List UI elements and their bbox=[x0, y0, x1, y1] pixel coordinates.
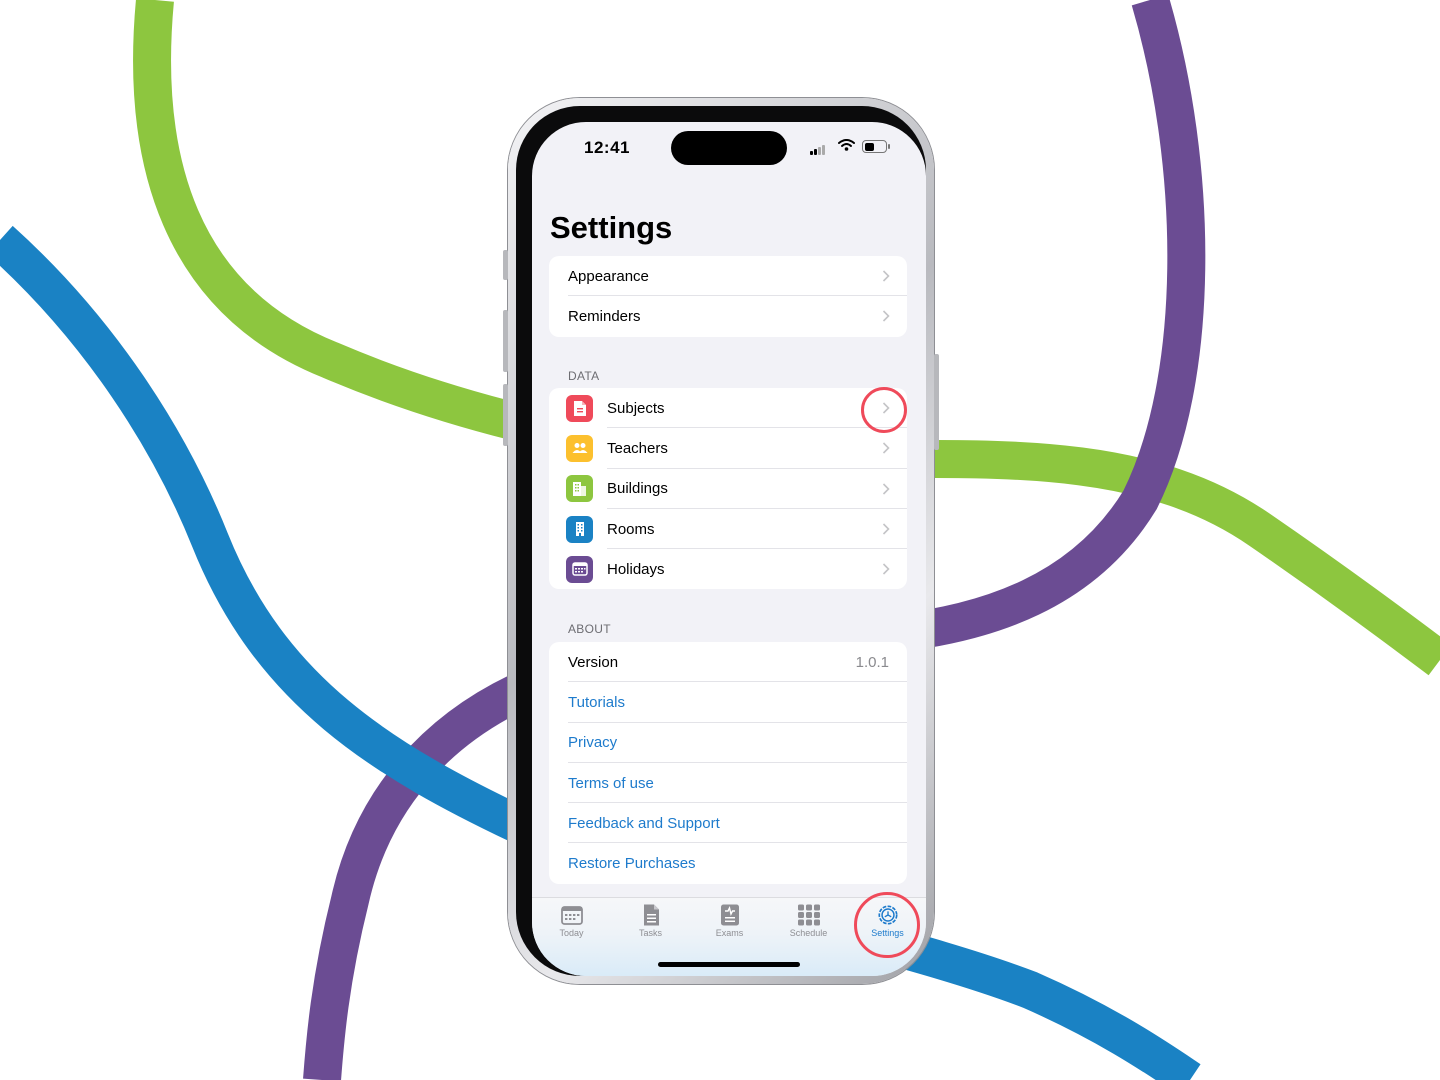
tab-schedule[interactable]: Schedule bbox=[769, 904, 848, 938]
tutorials-label: Tutorials bbox=[568, 693, 625, 711]
calendar-icon bbox=[566, 555, 593, 583]
tab-today[interactable]: Today bbox=[532, 904, 611, 938]
general-settings-group: Appearance Reminders bbox=[549, 256, 907, 337]
home-indicator bbox=[658, 962, 800, 967]
app-screen: 12:41 Settings Appearance Reminders DATA… bbox=[532, 122, 926, 976]
subjects-label: Subjects bbox=[607, 399, 665, 417]
version-row: Version 1.0.1 bbox=[549, 642, 907, 683]
about-section-header: ABOUT bbox=[568, 622, 611, 636]
tab-tasks-label: Tasks bbox=[638, 928, 662, 938]
chevron-right-icon bbox=[882, 442, 890, 454]
tab-tasks[interactable]: Tasks bbox=[611, 904, 690, 938]
privacy-label: Privacy bbox=[568, 734, 618, 752]
about-group: Version 1.0.1 Tutorials Privacy Terms of… bbox=[549, 642, 907, 884]
feedback-support-link[interactable]: Feedback and Support bbox=[549, 803, 907, 844]
teachers-row[interactable]: Teachers bbox=[549, 428, 907, 469]
version-value: 1.0.1 bbox=[855, 653, 889, 671]
chevron-right-icon bbox=[882, 270, 890, 282]
holidays-row[interactable]: Holidays bbox=[549, 549, 907, 589]
volume-down-button bbox=[503, 384, 508, 446]
teachers-label: Teachers bbox=[607, 439, 668, 457]
subjects-row[interactable]: Subjects bbox=[549, 388, 907, 429]
grid-icon bbox=[797, 904, 820, 926]
tab-today-label: Today bbox=[559, 928, 584, 938]
buildings-row[interactable]: Buildings bbox=[549, 469, 907, 509]
dynamic-island bbox=[671, 131, 787, 165]
building-icon bbox=[566, 475, 593, 503]
door-icon bbox=[566, 515, 593, 543]
tutorials-link[interactable]: Tutorials bbox=[549, 682, 907, 723]
privacy-link[interactable]: Privacy bbox=[549, 723, 907, 763]
terms-label: Terms of use bbox=[568, 774, 654, 792]
reminders-label: Reminders bbox=[568, 307, 641, 325]
data-settings-group: Subjects Teachers Buildings Rooms Holida… bbox=[549, 388, 907, 590]
tab-exams[interactable]: Exams bbox=[690, 904, 769, 938]
volume-up-button bbox=[503, 310, 508, 372]
wifi-icon bbox=[838, 139, 855, 151]
subjects-chevron-highlight bbox=[861, 387, 907, 433]
chevron-right-icon bbox=[882, 523, 890, 535]
tab-schedule-label: Schedule bbox=[789, 928, 828, 938]
reminders-row[interactable]: Reminders bbox=[549, 296, 907, 336]
feedback-label: Feedback and Support bbox=[568, 814, 720, 832]
people-icon bbox=[566, 434, 593, 462]
document-icon bbox=[566, 394, 593, 422]
battery-icon bbox=[862, 140, 890, 153]
chevron-right-icon bbox=[882, 563, 890, 575]
appearance-label: Appearance bbox=[568, 267, 649, 285]
terms-of-use-link[interactable]: Terms of use bbox=[549, 763, 907, 804]
version-label: Version bbox=[568, 653, 619, 671]
phone-frame: 12:41 Settings Appearance Reminders DATA… bbox=[503, 98, 939, 984]
status-time: 12:41 bbox=[584, 138, 630, 157]
settings-tab-highlight bbox=[854, 892, 920, 958]
task-document-icon bbox=[643, 904, 659, 926]
restore-label: Restore Purchases bbox=[568, 855, 696, 873]
appearance-row[interactable]: Appearance bbox=[549, 256, 907, 297]
power-button bbox=[934, 354, 939, 450]
exam-document-icon bbox=[720, 904, 739, 926]
rooms-label: Rooms bbox=[607, 520, 655, 538]
chevron-right-icon bbox=[882, 310, 890, 322]
data-section-header: DATA bbox=[568, 369, 600, 383]
tab-exams-label: Exams bbox=[715, 928, 744, 938]
calendar-grid-icon bbox=[560, 906, 583, 925]
restore-purchases-link[interactable]: Restore Purchases bbox=[549, 843, 907, 883]
page-title: Settings bbox=[550, 210, 673, 245]
buildings-label: Buildings bbox=[607, 480, 668, 498]
status-bar: 12:41 bbox=[532, 122, 926, 178]
rooms-row[interactable]: Rooms bbox=[549, 509, 907, 550]
chevron-right-icon bbox=[882, 483, 890, 495]
action-button bbox=[503, 250, 508, 280]
phone-bezel: 12:41 Settings Appearance Reminders DATA… bbox=[516, 106, 926, 976]
holidays-label: Holidays bbox=[607, 560, 665, 578]
